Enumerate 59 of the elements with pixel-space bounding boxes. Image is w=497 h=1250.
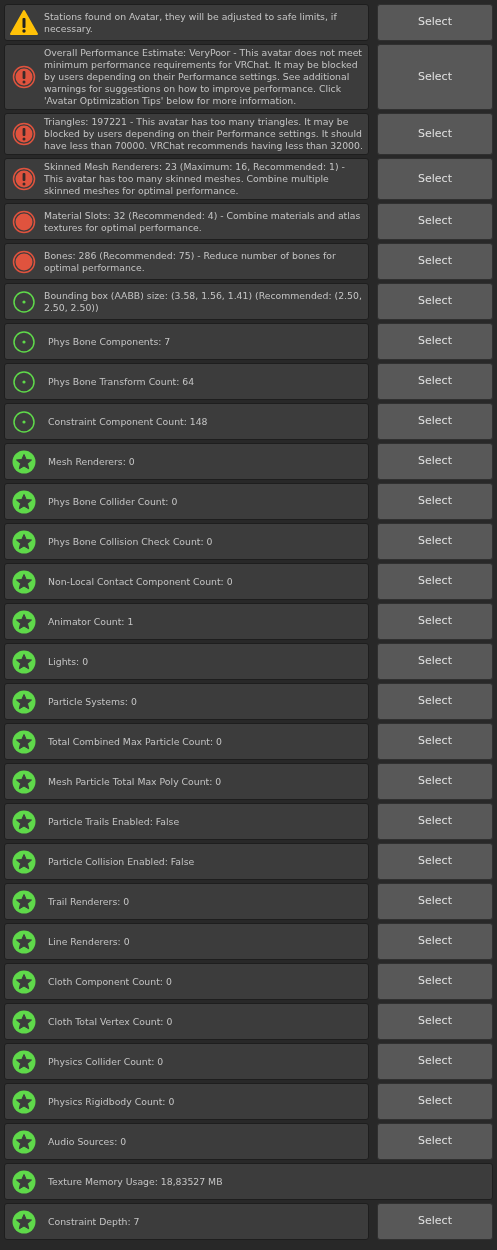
select-button[interactable]: Select (377, 363, 493, 400)
select-button[interactable]: Select (377, 763, 493, 800)
message-text: Overall Performance Estimate: VeryPoor - This avatar does not meet minimum performance requirements for VRChat. It may be blocked by users depending on their Performance settings. See additional warnings for suggestions on how to improve performance. Click 'Avatar Optimization Tips' below for more information. (44, 47, 364, 107)
select-button[interactable]: Select (377, 1123, 493, 1160)
message-text: Total Combined Max Particle Count: 0 (47, 735, 222, 748)
select-button[interactable]: Select (377, 643, 493, 680)
select-button[interactable]: Select (377, 243, 493, 280)
message-text: Skinned Mesh Renderers: 23 (Maximum: 16, Recommended: 1) - This avatar has too many skinned meshes. Combine multiple skinned meshes for optimal performance. (44, 161, 346, 197)
message-text: Mesh Particle Total Max Poly Count: 0 (47, 775, 222, 788)
select-button[interactable]: Select (377, 403, 493, 440)
message-text: Non-Local Contact Component Count: 0 (47, 575, 233, 588)
select-button[interactable]: Select (377, 523, 493, 560)
message-text: Triangles: 197221 - This avatar has too many triangles. It may be blocked by users depending on their Performance settings. It should have less than 70000. VRChat recommends having less than 32000. (44, 116, 364, 152)
select-button[interactable]: Select (377, 483, 493, 520)
message-text: Particle Systems: 0 (47, 695, 137, 708)
message-text: Mesh Renderers: 0 (47, 455, 135, 468)
select-button[interactable]: Select (377, 1083, 493, 1120)
message-text: Particle Trails Enabled: False (47, 815, 180, 828)
message-text: Stations found on Avatar, they will be adjusted to safe limits, if necessary. (44, 10, 338, 35)
select-button[interactable]: Select (377, 323, 493, 360)
message-text: Trail Renderers: 0 (47, 895, 130, 908)
message-text: Cloth Total Vertex Count: 0 (47, 1015, 173, 1028)
message-text: Constraint Depth: 7 (47, 1215, 140, 1228)
message-text: Phys Bone Components: 7 (47, 335, 171, 348)
select-button[interactable]: Select (377, 4, 493, 41)
message-text: Cloth Component Count: 0 (47, 975, 172, 988)
select-button[interactable]: Select (377, 563, 493, 600)
message-text: Physics Collider Count: 0 (47, 1055, 164, 1068)
select-button[interactable]: Select (377, 1203, 493, 1240)
select-button[interactable]: Select (377, 1003, 493, 1040)
select-button[interactable]: Select (377, 44, 493, 110)
select-button[interactable]: Select (377, 683, 493, 720)
message-text: Constraint Component Count: 148 (47, 415, 208, 428)
message-text: Texture Memory Usage: 18,83527 MB (47, 1175, 223, 1188)
message-text: Material Slots: 32 (Recommended: 4) - Combine materials and atlas textures for optimal performance. (44, 209, 362, 234)
select-button[interactable]: Select (377, 923, 493, 960)
message-text: Lights: 0 (47, 655, 89, 668)
message-text: Bones: 286 (Recommended: 75) - Reduce number of bones for optimal performance. (44, 249, 337, 274)
message-text: Physics Rigidbody Count: 0 (47, 1095, 175, 1108)
message-text: Line Renderers: 0 (47, 935, 130, 948)
select-button[interactable]: Select (377, 158, 493, 200)
message-text: Audio Sources: 0 (47, 1135, 127, 1148)
select-button[interactable]: Select (377, 803, 493, 840)
message-text: Phys Bone Collider Count: 0 (47, 495, 178, 508)
message-text: Phys Bone Transform Count: 64 (47, 375, 195, 388)
select-button[interactable]: Select (377, 113, 493, 155)
select-button[interactable]: Select (377, 203, 493, 240)
select-button[interactable]: Select (377, 1043, 493, 1080)
select-button[interactable]: Select (377, 963, 493, 1000)
select-button[interactable]: Select (377, 443, 493, 480)
select-button[interactable]: Select (377, 283, 493, 320)
message-text: Particle Collision Enabled: False (47, 855, 195, 868)
select-button[interactable]: Select (377, 843, 493, 880)
select-button[interactable]: Select (377, 883, 493, 920)
select-button[interactable]: Select (377, 723, 493, 760)
message-text: Phys Bone Collision Check Count: 0 (47, 535, 213, 548)
message-text: Animator Count: 1 (47, 615, 134, 628)
select-button[interactable]: Select (377, 603, 493, 640)
message-text: Bounding box (AABB) size: (3.58, 1.56, 1.41) (Recommended: (2.50, 2.50, 2.50)) (44, 289, 363, 314)
